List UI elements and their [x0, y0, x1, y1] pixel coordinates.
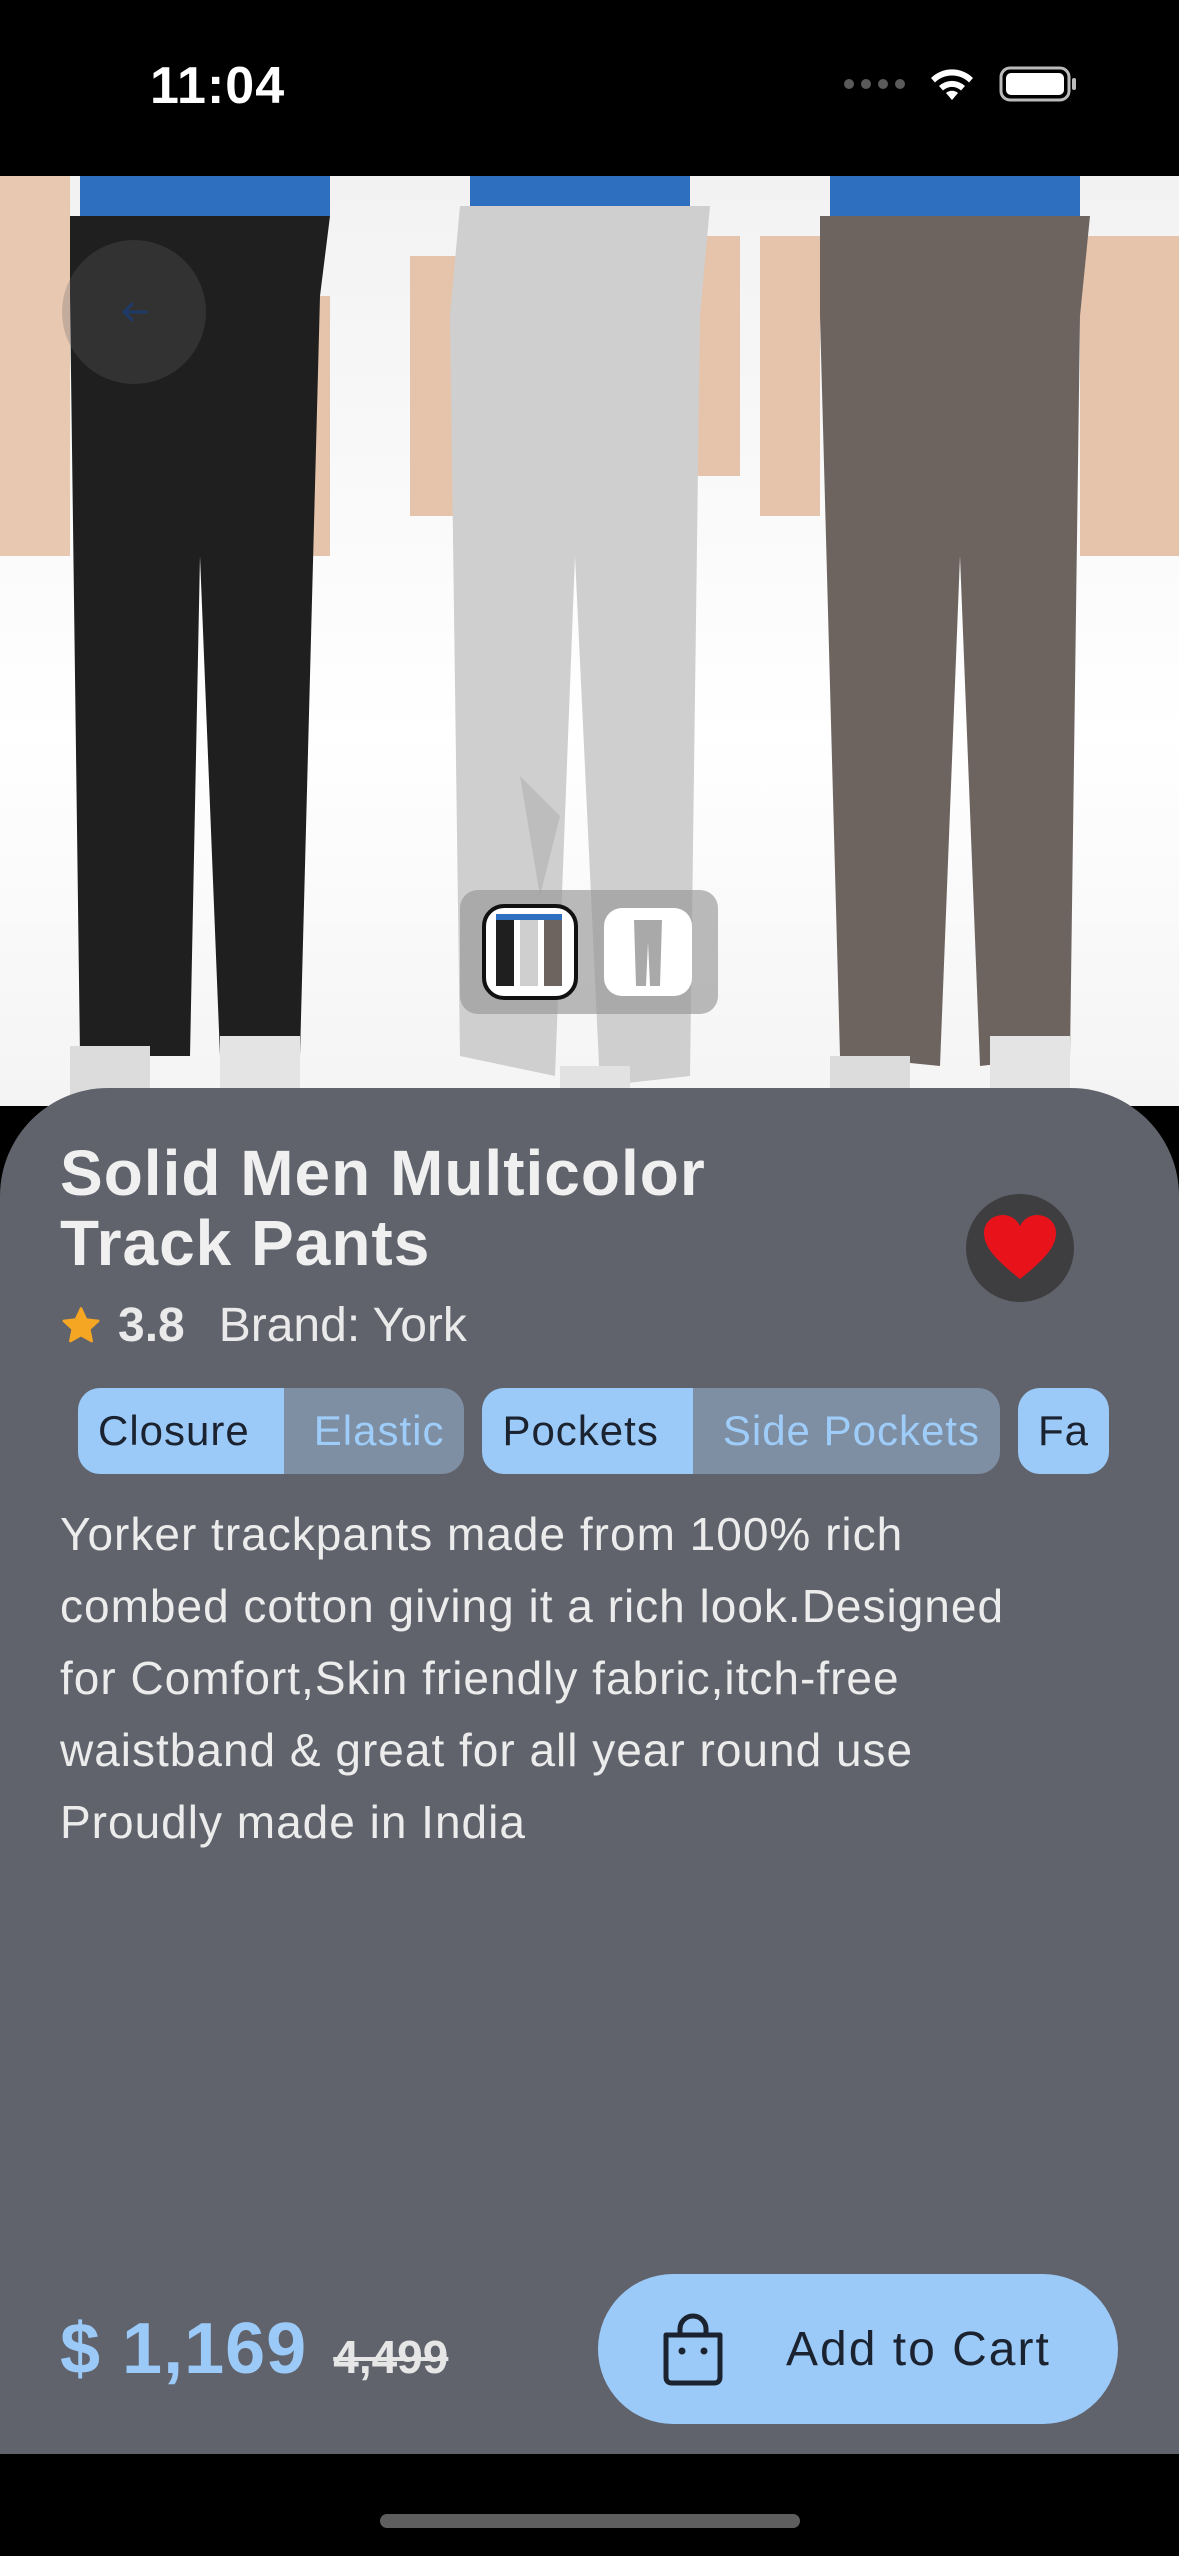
- product-description: Yorker trackpants made from 100% rich co…: [60, 1508, 1005, 1848]
- thumbnail-2[interactable]: [604, 908, 692, 996]
- status-time: 11:04: [150, 57, 286, 115]
- thumbnail-2-image: [634, 920, 662, 986]
- status-icons: [844, 64, 1079, 104]
- attribute-chip-closure: Closure Elastic: [78, 1388, 465, 1474]
- product-title: Solid Men Multicolor Track Pants: [60, 1137, 706, 1279]
- attribute-key: Pockets: [482, 1388, 693, 1474]
- current-price: $ 1,169: [60, 2309, 308, 2389]
- heart-icon: [984, 1215, 1056, 1279]
- add-to-cart-label: Add to Cart: [786, 2322, 1051, 2376]
- brand-label: Brand: York: [218, 1299, 467, 1352]
- signal-dots-icon: [844, 79, 905, 89]
- image-thumbnail-strip: [460, 890, 718, 1014]
- attribute-key: Fa: [1017, 1388, 1109, 1474]
- status-bar: 11:04: [0, 0, 1179, 176]
- thumbnail-1-image: [496, 914, 562, 986]
- arrow-left-icon: [122, 302, 148, 322]
- product-image[interactable]: [0, 176, 1179, 1106]
- attribute-chips-row: Closure Elastic Pockets Side Pockets Fa: [78, 1388, 1118, 1474]
- battery-icon: [999, 66, 1076, 102]
- home-indicator[interactable]: [380, 2514, 800, 2528]
- price-row: $ 1,169 4,499: [60, 2308, 448, 2390]
- wifi-icon: [931, 69, 973, 100]
- attribute-chip-pockets: Pockets Side Pockets: [482, 1388, 1000, 1474]
- thumbnail-1[interactable]: [482, 904, 578, 1000]
- rating-value: 3.8: [118, 1299, 185, 1352]
- add-to-cart-button[interactable]: Add to Cart: [598, 2274, 1118, 2424]
- attribute-chip-partial: Fa: [1017, 1388, 1109, 1474]
- original-price: 4,499: [333, 2331, 449, 2383]
- product-detail-screen: 11:04 Solid Men Multicolor Track Pants 3…: [0, 0, 1179, 2556]
- product-details-sheet: Solid Men Multicolor Track Pants 3.8 Bra…: [0, 1088, 1179, 2454]
- shopping-bag-icon: [663, 2313, 723, 2386]
- back-button[interactable]: [62, 240, 206, 384]
- favorite-button[interactable]: [966, 1194, 1074, 1302]
- attribute-value: Elastic: [283, 1388, 465, 1474]
- attribute-value: Side Pockets: [692, 1388, 1000, 1474]
- star-icon: [62, 1306, 100, 1342]
- attribute-chips-scroller[interactable]: Closure Elastic Pockets Side Pockets Fa: [78, 1388, 1118, 1474]
- attribute-key: Closure: [78, 1388, 284, 1474]
- rating-brand-row: 3.8 Brand: York: [60, 1298, 467, 1353]
